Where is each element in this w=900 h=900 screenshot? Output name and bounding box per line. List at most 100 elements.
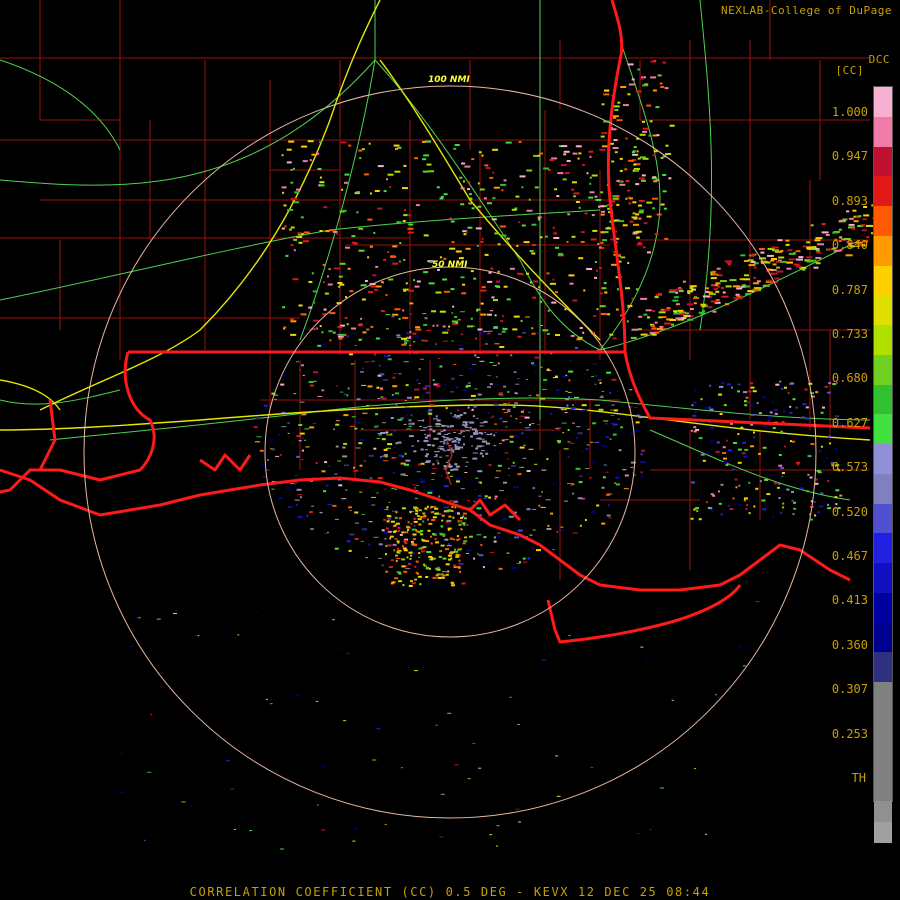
echo-pixel bbox=[620, 256, 626, 259]
echo-pixel bbox=[465, 422, 468, 425]
echo-pixel bbox=[321, 389, 325, 392]
echo-pixel bbox=[450, 510, 454, 512]
echo-pixel bbox=[645, 309, 652, 312]
echo-pixel bbox=[460, 488, 465, 490]
echo-pixel bbox=[274, 398, 277, 400]
echo-pixel bbox=[449, 445, 452, 447]
echo-pixel bbox=[462, 389, 467, 392]
echo-pixel bbox=[503, 481, 507, 484]
echo-pixel bbox=[405, 459, 411, 462]
echo-pixel bbox=[451, 340, 454, 342]
echo-pixel bbox=[693, 297, 700, 300]
echo-pixel bbox=[337, 334, 341, 336]
echo-pixel bbox=[402, 584, 405, 587]
echo-pixel bbox=[515, 383, 520, 385]
echo-pixel bbox=[356, 398, 361, 401]
echo-pixel bbox=[458, 520, 463, 522]
echo-pixel bbox=[479, 481, 482, 484]
echo-pixel bbox=[589, 182, 592, 185]
echo-pixel bbox=[553, 237, 560, 239]
echo-pixel bbox=[316, 804, 319, 806]
echo-pixel bbox=[446, 519, 452, 522]
echo-pixel bbox=[394, 516, 398, 519]
echo-pixel bbox=[729, 508, 734, 510]
echo-pixel bbox=[434, 507, 439, 510]
echo-pixel bbox=[323, 281, 326, 284]
echo-pixel bbox=[536, 394, 540, 397]
echo-pixel bbox=[633, 163, 637, 166]
echo-pixel bbox=[437, 566, 440, 569]
echo-pixel bbox=[375, 285, 382, 288]
echo-pixel bbox=[599, 148, 606, 151]
echo-pixel bbox=[447, 528, 450, 531]
echo-pixel bbox=[678, 290, 684, 293]
echo-pixel bbox=[773, 482, 778, 485]
color-bar-swatch bbox=[874, 116, 892, 147]
color-bar-swatch bbox=[874, 622, 892, 653]
echo-pixel bbox=[338, 337, 343, 340]
echo-pixel bbox=[653, 180, 658, 183]
echo-pixel bbox=[665, 144, 669, 147]
echo-pixel bbox=[442, 450, 447, 452]
echo-pixel bbox=[622, 469, 627, 471]
echo-pixel bbox=[591, 174, 598, 177]
echo-pixel bbox=[418, 509, 422, 512]
echo-pixel bbox=[752, 390, 757, 393]
echo-pixel bbox=[500, 183, 507, 186]
echo-pixel bbox=[288, 140, 295, 143]
echo-pixel bbox=[440, 793, 445, 795]
echo-pixel bbox=[465, 465, 468, 467]
echo-pixel bbox=[766, 279, 772, 282]
echo-pixel bbox=[716, 441, 720, 444]
echo-pixel bbox=[410, 414, 413, 417]
echo-pixel bbox=[735, 297, 743, 300]
echo-pixel bbox=[279, 454, 282, 456]
echo-pixel bbox=[297, 232, 302, 235]
echo-pixel bbox=[395, 511, 398, 514]
echo-pixel bbox=[601, 444, 606, 447]
echo-pixel bbox=[309, 159, 312, 162]
echo-pixel bbox=[386, 520, 390, 523]
echo-pixel bbox=[415, 509, 419, 512]
echo-pixel bbox=[438, 555, 442, 558]
echo-pixel bbox=[721, 287, 725, 289]
highway-line bbox=[699, 0, 713, 331]
echo-pixel bbox=[555, 755, 559, 757]
echo-pixel bbox=[716, 267, 721, 270]
echo-pixel bbox=[323, 490, 327, 493]
echo-pixel bbox=[514, 207, 518, 210]
color-bar-swatch bbox=[874, 295, 892, 325]
echo-pixel bbox=[567, 213, 571, 216]
echo-pixel bbox=[256, 436, 262, 438]
echo-pixel bbox=[601, 145, 608, 148]
echo-pixel bbox=[461, 162, 466, 165]
echo-pixel bbox=[774, 277, 780, 280]
echo-pixel bbox=[346, 540, 351, 543]
echo-pixel bbox=[356, 421, 361, 424]
echo-pixel bbox=[351, 333, 357, 335]
color-bar-swatch bbox=[874, 176, 892, 206]
echo-pixel bbox=[534, 463, 538, 465]
echo-pixel bbox=[341, 188, 344, 191]
echo-pixel bbox=[599, 382, 602, 384]
echo-pixel bbox=[767, 254, 774, 257]
echo-pixel bbox=[334, 473, 338, 475]
echo-pixel bbox=[390, 255, 397, 258]
color-bar-swatch bbox=[874, 414, 892, 444]
echo-pixel bbox=[373, 231, 376, 234]
echo-pixel bbox=[460, 430, 465, 432]
echo-pixel bbox=[504, 439, 509, 441]
echo-pixel bbox=[633, 146, 637, 148]
echo-pixel bbox=[457, 511, 460, 514]
echo-pixel bbox=[631, 297, 634, 300]
echo-pixel bbox=[346, 394, 349, 397]
echo-pixel bbox=[349, 533, 355, 536]
echo-pixel bbox=[663, 207, 667, 210]
echo-pixel bbox=[730, 386, 733, 389]
echo-pixel bbox=[237, 634, 240, 636]
echo-pixel bbox=[329, 339, 332, 342]
echo-pixel bbox=[607, 504, 610, 507]
echo-pixel bbox=[515, 808, 520, 810]
echo-pixel bbox=[613, 409, 618, 412]
echo-pixel bbox=[497, 243, 501, 246]
